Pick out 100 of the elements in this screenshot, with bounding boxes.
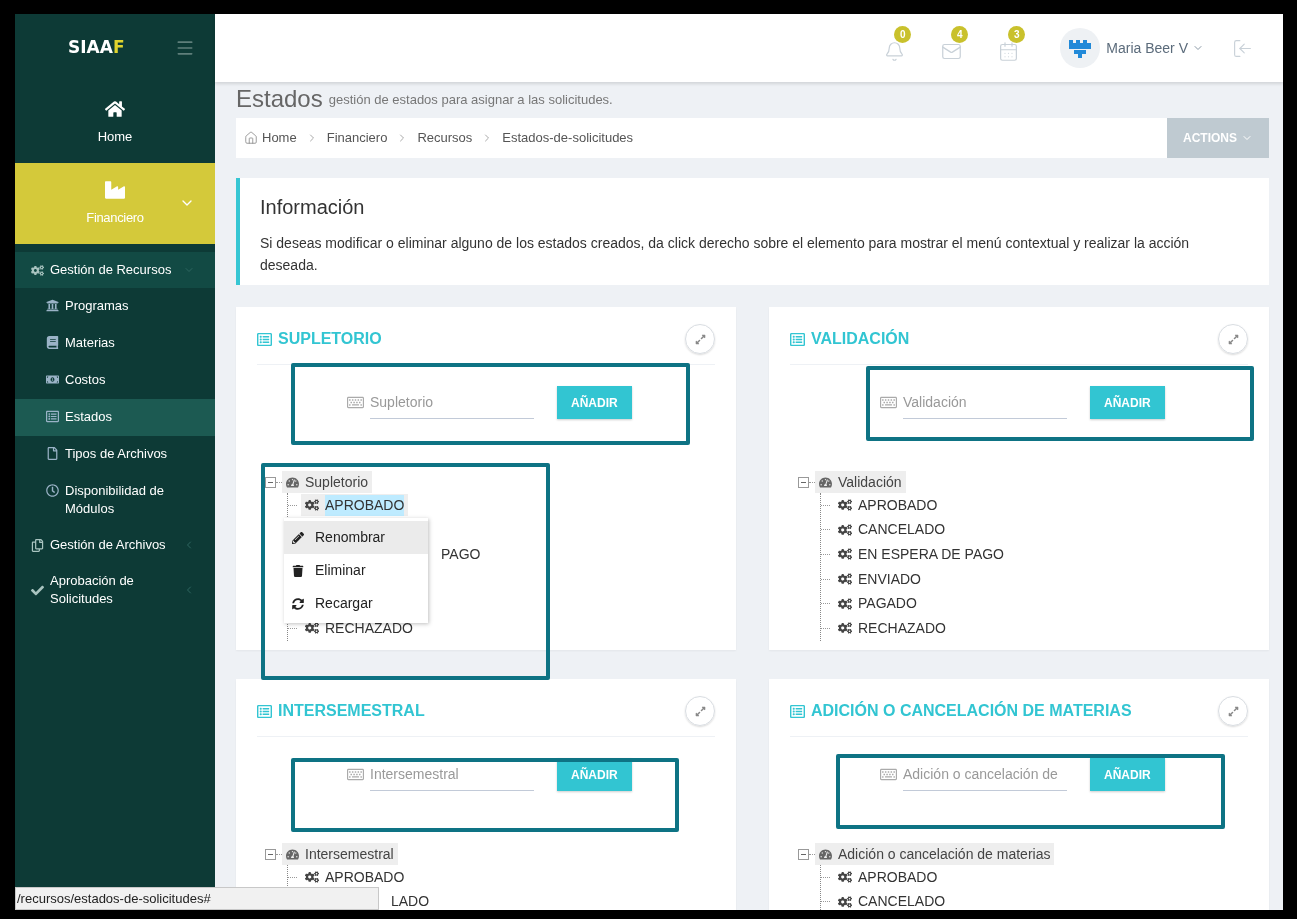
banknote-icon (46, 373, 59, 386)
gauge-icon (286, 475, 299, 489)
section-label: Gestión de Recursos (50, 261, 173, 279)
expand-icon (1227, 705, 1239, 717)
sidebar-subitem[interactable]: Disponibilidad de Módulos (15, 473, 215, 527)
section-label: Gestión de Archivos (50, 536, 167, 554)
trash-icon (292, 564, 304, 577)
home-icon (105, 98, 125, 119)
tree-node[interactable]: APROBADO (834, 866, 942, 889)
input-field[interactable]: Validación (903, 386, 1067, 419)
gears-icon (838, 596, 852, 611)
sidebar-subitem[interactable]: Programas (15, 288, 215, 325)
tree-node[interactable]: APROBADO (301, 866, 409, 889)
tree-node[interactable]: APROBADO (834, 494, 942, 517)
tree-node[interactable]: RECHAZADO (301, 617, 417, 640)
panel-title: VALIDACIÓN (811, 328, 910, 349)
collapse-toggle[interactable] (265, 848, 276, 860)
file-icon (46, 447, 59, 460)
collapse-toggle[interactable] (265, 476, 276, 488)
sidebar-item[interactable]: Home (15, 82, 215, 163)
menu-icon[interactable] (175, 38, 195, 58)
sidebar-subitem[interactable]: Estados (15, 399, 215, 436)
calendar-icon[interactable] (998, 41, 1020, 62)
check-icon (31, 583, 44, 597)
gears-icon (838, 894, 852, 909)
gears-icon (838, 547, 852, 562)
clock-icon (46, 484, 59, 497)
sidebar-section[interactable]: Gestión de Recursos (15, 252, 215, 288)
tree-node[interactable]: Intersemestral (282, 843, 398, 865)
tree-node[interactable]: Adición o cancelación de materias (815, 843, 1055, 865)
tree-node[interactable]: Supletorio (282, 471, 373, 493)
keyboard-icon (347, 766, 364, 783)
collapse-toggle[interactable] (798, 476, 809, 488)
expand-icon (694, 333, 706, 345)
list-icon (790, 703, 805, 719)
input-field[interactable]: Supletorio (370, 386, 534, 419)
list-icon (257, 703, 272, 719)
panel-title: ADICIÓN O CANCELACIÓN DE MATERIAS (811, 700, 1132, 721)
sidebar-section[interactable]: Gestión de Archivos (15, 527, 215, 563)
home-icon (244, 131, 258, 145)
pencil-icon (292, 531, 304, 544)
sidebar-section[interactable]: Aprobación de Solicitudes (15, 563, 215, 617)
list-icon (257, 331, 272, 347)
bell-icon[interactable] (884, 41, 906, 62)
tree-node[interactable]: EN ESPERA DE PAGO (834, 543, 1008, 566)
tree-node[interactable]: RECHAZADO (834, 617, 950, 640)
breadcrumb-link[interactable]: Recursos (417, 128, 473, 148)
tree-node[interactable]: CANCELADO (834, 890, 950, 910)
input-field[interactable]: Adición o cancelación de (903, 758, 1067, 791)
collapse-toggle[interactable] (798, 848, 809, 860)
envelope-icon[interactable] (941, 41, 963, 62)
tree-node[interactable]: LADO (391, 891, 430, 910)
breadcrumb-link[interactable]: Estados-de-solicitudes (502, 128, 634, 148)
tree-node[interactable]: ENVIADO (834, 568, 925, 591)
tree-node[interactable]: PAGO (441, 544, 481, 565)
copy-icon (31, 538, 44, 552)
gears-icon (838, 870, 852, 885)
section-label: Aprobación de Solicitudes (50, 572, 135, 608)
input-field[interactable]: Intersemestral (370, 758, 534, 791)
gears-icon (838, 572, 852, 587)
menu-item[interactable]: Eliminar (284, 554, 428, 587)
page-title: Estados (236, 86, 323, 112)
breadcrumb-link[interactable]: Financiero (326, 128, 388, 148)
tree-node[interactable]: APROBADO (301, 494, 409, 517)
keyboard-icon (880, 766, 897, 783)
factory-icon (105, 179, 125, 200)
sidebar-subitem[interactable]: Costos (15, 362, 215, 399)
breadcrumb-link[interactable]: Home (244, 128, 297, 148)
list-icon (46, 410, 59, 423)
app-logo: SIAAF (68, 36, 125, 60)
list-icon (790, 331, 805, 347)
book-icon (46, 336, 59, 349)
avatar-icon (1060, 28, 1101, 68)
panel-title: SUPLETORIO (278, 329, 382, 349)
expand-icon (1227, 333, 1239, 345)
logout-icon[interactable] (1232, 37, 1253, 59)
tree-node[interactable]: CANCELADO (834, 518, 950, 541)
menu-item[interactable]: Recargar (284, 587, 428, 620)
gears-icon (305, 621, 319, 636)
status-bar: /recursos/estados-de-solicitudes# (15, 887, 379, 910)
refresh-icon (292, 597, 304, 610)
menu-item[interactable]: Renombrar (284, 521, 428, 554)
info-text: Si deseas modificar o eliminar alguno de los estados creados, da click derecho sobre el elemento para mostrar el menú contextual y realizar la acción deseada. (260, 234, 1191, 275)
gears-icon (31, 263, 44, 277)
tree-node[interactable]: Validación (815, 471, 906, 493)
sidebar-subitem[interactable]: Materias (15, 325, 215, 362)
sidebar-subitem[interactable]: Tipos de Archivos (15, 436, 215, 473)
expand-icon (694, 705, 706, 717)
bank-icon (46, 299, 59, 312)
user-name[interactable]: Maria Beer V (1106, 37, 1188, 59)
gauge-icon (286, 847, 299, 861)
gears-icon (838, 498, 852, 513)
gears-icon (305, 870, 319, 885)
keyboard-icon (880, 394, 897, 411)
count-badge: 0 (894, 26, 912, 43)
tree-node[interactable]: PAGADO (834, 592, 921, 615)
gauge-icon (819, 847, 832, 861)
count-badge: 4 (951, 26, 969, 43)
gears-icon (838, 522, 852, 537)
gauge-icon (819, 475, 832, 489)
